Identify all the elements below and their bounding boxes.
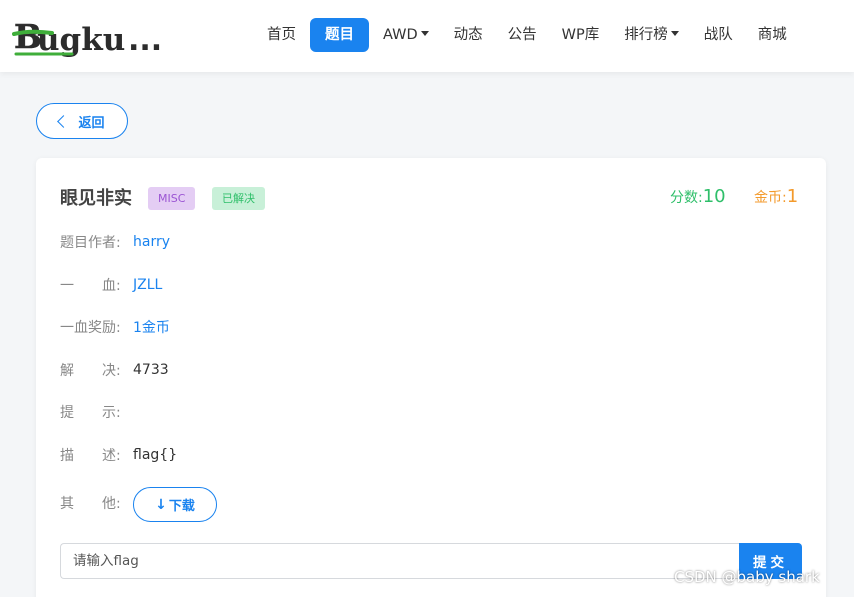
field-author: 题目作者: harry xyxy=(60,231,170,253)
solved-status-badge: 已解决 xyxy=(212,187,265,210)
description-value: flag{} xyxy=(133,447,178,463)
nav-home[interactable]: 首页 xyxy=(256,18,307,52)
nav-ranking[interactable]: 排行榜 xyxy=(613,18,690,52)
nav-wp-library[interactable]: WP库 xyxy=(551,18,611,52)
svg-text:...: ... xyxy=(128,23,162,58)
coin-display: 金币:1 xyxy=(754,186,798,207)
bugku-logo[interactable]: B ugku ... xyxy=(12,10,167,58)
caret-down-icon xyxy=(670,30,679,36)
field-first-blood-label: 一 血: xyxy=(60,278,121,294)
score-value: 10 xyxy=(702,186,726,207)
nav-challenges[interactable]: 题目 xyxy=(310,18,369,52)
nav-announcements-label: 公告 xyxy=(507,27,537,43)
flag-input[interactable] xyxy=(60,543,740,579)
nav-news[interactable]: 动态 xyxy=(443,18,494,52)
first-blood-link[interactable]: JZLL xyxy=(133,277,162,293)
download-button[interactable]: ↓ 下载 xyxy=(133,487,217,522)
field-reward-label: 一血奖励: xyxy=(60,320,121,336)
nav-challenges-label: 题目 xyxy=(325,27,354,43)
download-arrow-icon: ↓ xyxy=(155,496,167,513)
nav-announcements[interactable]: 公告 xyxy=(497,18,548,52)
solves-count: 4733 xyxy=(133,362,169,378)
field-description-label: 描 述: xyxy=(60,448,121,464)
field-description: 描 述: flag{} xyxy=(60,444,177,466)
score-display: 分数:10 xyxy=(670,186,726,207)
field-first-blood: 一 血: JZLL xyxy=(60,274,162,296)
field-solves-label: 解 决: xyxy=(60,363,121,379)
nav-teams[interactable]: 战队 xyxy=(693,18,744,52)
field-solves: 解 决: 4733 xyxy=(60,359,169,381)
download-label: 下载 xyxy=(168,499,195,514)
nav-shop-label: 商城 xyxy=(757,27,787,43)
category-tag: MISC xyxy=(148,187,196,210)
challenge-title: 眼见非实 xyxy=(60,188,132,209)
field-other: 其 他: xyxy=(60,492,133,514)
first-blood-reward-value: 1金币 xyxy=(133,320,170,336)
back-button[interactable]: 返回 xyxy=(36,103,128,139)
field-other-label: 其 他: xyxy=(60,496,121,512)
nav-news-label: 动态 xyxy=(453,27,483,43)
back-button-label: 返回 xyxy=(78,115,105,131)
field-first-blood-reward: 一血奖励: 1金币 xyxy=(60,316,170,338)
coin-value: 1 xyxy=(786,186,799,207)
nav-ranking-label: 排行榜 xyxy=(624,27,668,43)
field-hint-label: 提 示: xyxy=(60,405,121,421)
nav-awd-label: AWD xyxy=(383,27,418,43)
nav-shop[interactable]: 商城 xyxy=(747,18,798,52)
challenge-card: 眼见非实 MISC 已解决 分数:10 金币:1 题目作者: harry 一 血… xyxy=(36,158,826,597)
field-author-label: 题目作者: xyxy=(60,235,121,251)
coin-label: 金币: xyxy=(754,190,787,206)
main-nav: 首页 题目 AWD 动态 公告 WP库 排行榜 战队 商城 xyxy=(256,18,854,52)
field-hint: 提 示: xyxy=(60,401,133,423)
csdn-watermark: CSDN @baby shark xyxy=(674,568,820,586)
nav-home-label: 首页 xyxy=(267,27,296,43)
nav-teams-label: 战队 xyxy=(703,27,733,43)
nav-awd[interactable]: AWD xyxy=(372,18,440,52)
nav-wp-library-label: WP库 xyxy=(561,27,600,43)
chevron-left-icon xyxy=(57,114,71,128)
author-link[interactable]: harry xyxy=(133,234,170,250)
caret-down-icon xyxy=(420,30,429,36)
top-navbar: B ugku ... 首页 题目 AWD 动态 公告 WP库 排行榜 战队 商城 xyxy=(0,0,854,72)
score-label: 分数: xyxy=(670,190,703,206)
